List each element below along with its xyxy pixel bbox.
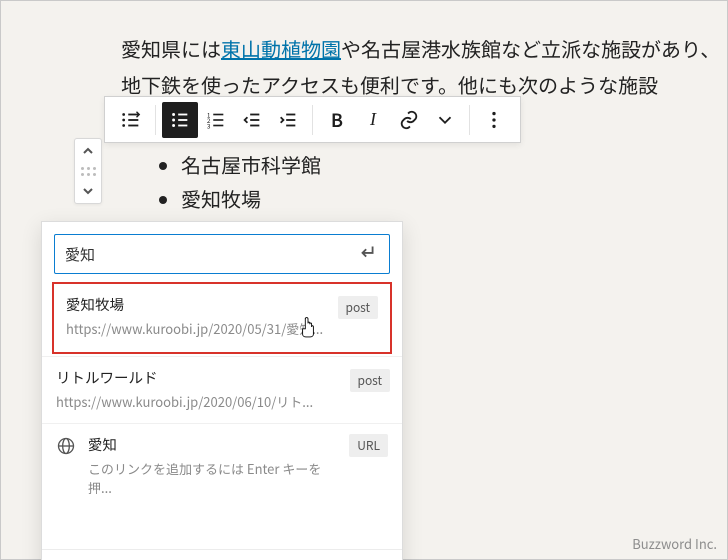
suggestion-url: https://www.kuroobi.jp/2020/06/10/リト... xyxy=(56,392,388,411)
suggestion-type-badge: post xyxy=(350,369,391,392)
suggestion-title: リトルワールド xyxy=(56,367,388,388)
bulleted-list-button[interactable] xyxy=(162,102,198,138)
link-suggestion[interactable]: 愛知 このリンクを追加するには Enter キーを押... URL xyxy=(42,423,402,509)
toolbar-separator xyxy=(469,105,470,135)
suggestion-hint: このリンクを追加するには Enter キーを押... xyxy=(88,459,337,497)
toolbar-separator xyxy=(155,105,156,135)
move-down-button[interactable] xyxy=(78,183,98,199)
unordered-list-button[interactable] xyxy=(113,102,149,138)
italic-button[interactable]: I xyxy=(355,102,391,138)
paragraph-text-before: 愛知県には xyxy=(121,34,221,63)
svg-text:3: 3 xyxy=(207,121,211,130)
more-rich-text-button[interactable] xyxy=(427,102,463,138)
link-button[interactable] xyxy=(391,102,427,138)
link-suggestion[interactable]: 愛知牧場 https://www.kuroobi.jp/2020/05/31/愛… xyxy=(52,282,392,354)
inline-link[interactable]: 東山動植物園 xyxy=(221,34,341,63)
link-suggestion[interactable]: リトルワールド https://www.kuroobi.jp/2020/06/1… xyxy=(42,356,402,423)
move-up-button[interactable] xyxy=(78,143,98,159)
block-toolbar: 1 2 3 xyxy=(104,96,521,143)
list-item[interactable]: 名古屋市科学館 xyxy=(181,148,707,182)
link-popover: 愛知牧場 https://www.kuroobi.jp/2020/05/31/愛… xyxy=(41,221,403,560)
outdent-button[interactable] xyxy=(234,102,270,138)
suggestion-title: 愛知牧場 xyxy=(66,294,378,315)
block-movers xyxy=(74,138,102,204)
indent-button[interactable] xyxy=(270,102,306,138)
bold-button[interactable]: B xyxy=(319,102,355,138)
link-popover-footer: 新しいタブで開く xyxy=(42,549,402,560)
numbered-list-button[interactable]: 1 2 3 xyxy=(198,102,234,138)
more-options-button[interactable] xyxy=(476,102,512,138)
submit-link-icon[interactable] xyxy=(357,241,379,268)
paragraph-block[interactable]: 愛知県には東山動植物園や名古屋港水族館など立派な施設があり、地下鉄を使ったアクセ… xyxy=(121,31,727,103)
drag-handle[interactable] xyxy=(78,163,98,179)
globe-icon xyxy=(56,436,76,456)
suggestion-type-badge: post xyxy=(338,296,379,319)
link-search-input[interactable] xyxy=(65,246,349,263)
list-block[interactable]: 名古屋市科学館 愛知牧場 xyxy=(153,148,707,216)
suggestion-title: 愛知 xyxy=(88,434,337,455)
app-frame: 愛知県には東山動植物園や名古屋港水族館など立派な施設があり、地下鉄を使ったアクセ… xyxy=(0,0,728,560)
suggestion-type-badge: URL xyxy=(349,434,388,457)
credit-text: Buzzword Inc. xyxy=(632,534,717,553)
list-item[interactable]: 愛知牧場 xyxy=(181,182,707,216)
link-search-field[interactable] xyxy=(54,234,390,274)
toolbar-separator xyxy=(312,105,313,135)
suggestion-url: https://www.kuroobi.jp/2020/05/31/愛知... xyxy=(66,319,378,338)
